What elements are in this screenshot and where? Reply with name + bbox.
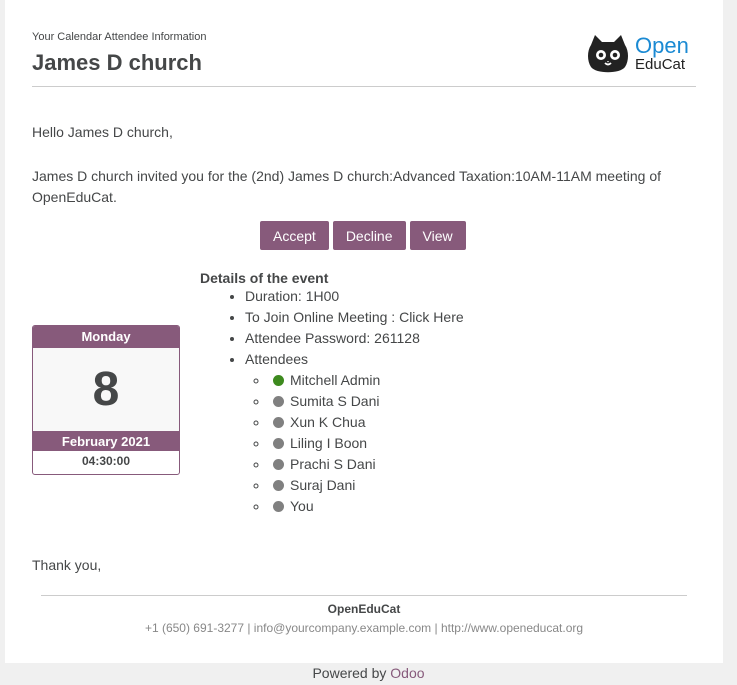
status-dot-icon <box>273 480 284 491</box>
attendee-name: Suraj Dani <box>290 477 356 493</box>
calendar-weekday: Monday <box>33 326 179 348</box>
logo-text-educat: EduCat <box>635 56 686 73</box>
event-details-list: Duration: 1H00 To Join Online Meeting : … <box>200 286 464 517</box>
email-card: Your Calendar Attendee Information James… <box>5 0 723 663</box>
powered-by: Powered by Odoo <box>0 665 737 681</box>
calendar-month-year: February 2021 <box>33 432 179 451</box>
event-details-title: Details of the event <box>200 270 329 286</box>
attendee-name: Sumita S Dani <box>290 393 380 409</box>
status-dot-icon <box>273 501 284 512</box>
attendee-item: Sumita S Dani <box>269 391 464 412</box>
decline-button[interactable]: Decline <box>332 221 406 250</box>
status-dot-icon <box>273 375 284 386</box>
status-dot-icon <box>273 417 284 428</box>
calendar-time: 04:30:00 <box>81 454 131 468</box>
response-buttons: Accept Decline View <box>260 221 466 250</box>
header-subtitle: Your Calendar Attendee Information <box>32 31 207 43</box>
page-title: James D church <box>32 50 202 75</box>
attendee-item: Xun K Chua <box>269 412 464 433</box>
calendar-day: 8 <box>33 348 179 432</box>
attendee-item: You <box>269 496 464 517</box>
attendee-name: Xun K Chua <box>290 414 366 430</box>
attendee-item: Mitchell Admin <box>269 370 464 391</box>
duration-item: Duration: 1H00 <box>245 286 464 307</box>
cat-logo-icon <box>588 35 628 73</box>
join-meeting-link[interactable]: To Join Online Meeting : Click Here <box>245 307 464 328</box>
attendee-item: Liling I Boon <box>269 433 464 454</box>
attendees-list: Mitchell Admin Sumita S Dani Xun K Chua … <box>245 370 464 517</box>
footer-company: OpenEduCat <box>327 602 401 616</box>
event-details: Details of the event Duration: 1H00 To J… <box>200 270 464 517</box>
attendees-item: Attendees Mitchell Admin Sumita S Dani X… <box>245 349 464 517</box>
greeting-text: Hello James D church, <box>32 124 173 140</box>
attendee-name: You <box>290 498 314 514</box>
powered-by-prefix: Powered by <box>312 665 391 681</box>
attendee-item: Prachi S Dani <box>269 454 464 475</box>
odoo-link[interactable]: Odoo <box>390 665 424 681</box>
footer-divider <box>41 595 687 596</box>
password-item: Attendee Password: 261128 <box>245 328 464 349</box>
status-dot-icon <box>273 438 284 449</box>
attendees-label: Attendees <box>245 351 309 367</box>
invite-text: James D church invited you for the (2nd)… <box>32 168 662 205</box>
company-logo: Open EduCat <box>585 33 700 77</box>
status-dot-icon <box>273 459 284 470</box>
calendar-date-card: Monday 8 February 2021 04:30:00 <box>32 325 180 475</box>
header-divider <box>32 86 696 87</box>
accept-button[interactable]: Accept <box>260 221 329 250</box>
footer-contact-info: +1 (650) 691-3277 | info@yourcompany.exa… <box>144 621 584 635</box>
attendee-name: Liling I Boon <box>290 435 368 451</box>
attendee-item: Suraj Dani <box>269 475 464 496</box>
closing-text: Thank you, <box>32 557 102 573</box>
status-dot-icon <box>273 396 284 407</box>
attendee-name: Prachi S Dani <box>290 456 376 472</box>
attendee-name: Mitchell Admin <box>290 372 381 388</box>
view-button[interactable]: View <box>409 221 466 250</box>
